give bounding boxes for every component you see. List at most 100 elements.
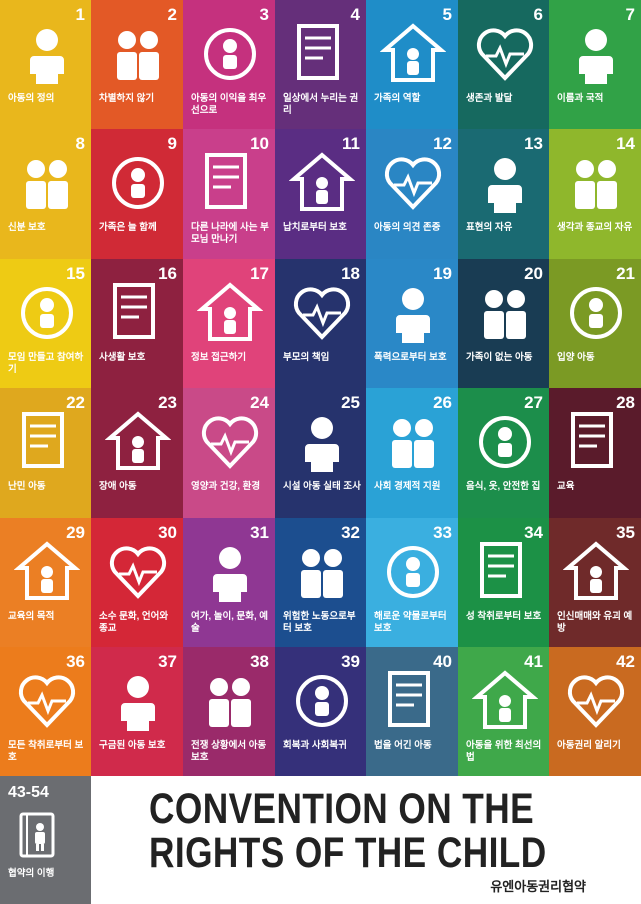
- article-tile-9[interactable]: 9 가족은 늘 함께: [91, 129, 183, 259]
- books-icon: [563, 408, 629, 474]
- article-tile-1[interactable]: 1 아동의 정의: [0, 0, 91, 129]
- article-tile-17[interactable]: 17 정보 접근하기: [183, 259, 275, 388]
- article-tile-25[interactable]: 25 시설 아동 실태 조사: [275, 388, 366, 518]
- tile-label: 표현의 자유: [466, 222, 513, 233]
- tile-label: 납치로부터 보호: [283, 222, 347, 233]
- article-tile-26[interactable]: 26 사회 경제적 지원: [366, 388, 458, 518]
- megaphone-icon: [472, 149, 538, 215]
- article-tile-3[interactable]: 3 아동의 이익을 최우선으로: [183, 0, 275, 129]
- article-tile-23[interactable]: 23 장애 아동: [91, 388, 183, 518]
- tile-label: 입양 아동: [557, 352, 595, 363]
- article-tile-33[interactable]: 33 해로운 약물로부터 보호: [366, 518, 458, 647]
- article-tile-31[interactable]: 31 여가, 놀이, 문화, 예술: [183, 518, 275, 647]
- title-banner: CONVENTION ON THE RIGHTS OF THE CHILD 유엔…: [91, 776, 641, 904]
- article-tile-27[interactable]: 27 음식, 옷, 안전한 집: [458, 388, 549, 518]
- thought-bubble-icon: [563, 149, 629, 215]
- implementation-tile[interactable]: 43-54 협약의 이행: [0, 776, 91, 904]
- article-tile-38[interactable]: 38 전쟁 상황에서 아동 보호: [183, 647, 275, 776]
- tile-label: 해로운 약물로부터 보호: [374, 611, 447, 634]
- protest-sign-icon: [14, 279, 80, 345]
- article-tile-18[interactable]: 18 부모의 책임: [275, 259, 366, 388]
- tile-label: 법을 어긴 아동: [374, 740, 432, 751]
- article-tile-40[interactable]: 40 법을 어긴 아동: [366, 647, 458, 776]
- two-children-icon: [105, 20, 171, 86]
- article-tile-24[interactable]: 24 영양과 건강, 환경: [183, 388, 275, 518]
- globe-family-icon: [197, 149, 263, 215]
- no-drugs-icon: [380, 538, 446, 604]
- tile-label: 위험한 노동으로부터 보호: [283, 611, 356, 634]
- shield-badge-icon: [14, 667, 80, 733]
- article-tile-35[interactable]: 35 인신매매와 유괴 예방: [549, 518, 641, 647]
- article-tile-20[interactable]: 20 가족이 없는 아동: [458, 259, 549, 388]
- article-tile-19[interactable]: 19 폭력으로부터 보호: [366, 259, 458, 388]
- article-tile-37[interactable]: 37 구금된 아동 보호: [91, 647, 183, 776]
- article-tile-21[interactable]: 21 입양 아동: [549, 259, 641, 388]
- crosshair-icon: [197, 667, 263, 733]
- basic-needs-icon: [472, 408, 538, 474]
- tile-label: 정보 접근하기: [191, 352, 247, 363]
- heartbeat-icon: [472, 20, 538, 86]
- article-tile-13[interactable]: 13 표현의 자유: [458, 129, 549, 259]
- banner-title-line1: CONVENTION ON THE: [149, 785, 535, 833]
- article-tile-32[interactable]: 32 위험한 노동으로부터 보호: [275, 518, 366, 647]
- tile-label: 차별하지 않기: [99, 93, 155, 104]
- article-tile-16[interactable]: 16 사생활 보호: [91, 259, 183, 388]
- article-tile-12[interactable]: 12 아동의 의견 존중: [366, 129, 458, 259]
- article-tile-5[interactable]: 5 가족의 역할: [366, 0, 458, 129]
- tile-label: 성 착취로부터 보호: [466, 611, 542, 622]
- price-tag-icon: [563, 538, 629, 604]
- stop-hand-icon: [472, 538, 538, 604]
- article-tile-4[interactable]: 4 일상에서 누리는 권리: [275, 0, 366, 129]
- article-tile-29[interactable]: 29 교육의 목적: [0, 518, 91, 647]
- child-on-podium-icon: [197, 20, 263, 86]
- book-child-icon: [17, 812, 61, 860]
- tile-label: 아동권리 알리기: [557, 740, 621, 751]
- article-tile-11[interactable]: 11 납치로부터 보호: [275, 129, 366, 259]
- tile-label: 구금된 아동 보호: [99, 740, 166, 751]
- tile-label: 교육: [557, 481, 575, 492]
- article-tile-10[interactable]: 10 다른 나라에 사는 부모님 만나기: [183, 129, 275, 259]
- abduction-protection-icon: [289, 149, 355, 215]
- tile-label: 영양과 건강, 환경: [191, 481, 261, 492]
- wheelchair-icon: [105, 408, 171, 474]
- tile-label: 사생활 보호: [99, 352, 146, 363]
- tile-label: 여가, 놀이, 문화, 예술: [191, 611, 269, 634]
- tile-label: 아동의 이익을 최우선으로: [191, 93, 267, 116]
- flag-icon: [563, 20, 629, 86]
- article-tile-2[interactable]: 2 차별하지 않기: [91, 0, 183, 129]
- banner-subtitle: 유엔아동권리협약: [490, 879, 586, 894]
- poster: 1 아동의 정의 2 차별하지 않기 3 아동의 이익을 최우선으로 4 일상에서 누리는 권…: [0, 0, 641, 904]
- prison-bars-icon: [105, 667, 171, 733]
- tile-label: 소수 문화, 언어와 종교: [99, 611, 169, 634]
- tile-label: 인신매매와 유괴 예방: [557, 611, 633, 634]
- tile-label: 장애 아동: [99, 481, 137, 492]
- article-tile-34[interactable]: 34 성 착취로부터 보호: [458, 518, 549, 647]
- tile-label: 교육의 목적: [8, 611, 55, 622]
- article-tile-22[interactable]: 22 난민 아동: [0, 388, 91, 518]
- article-tile-30[interactable]: 30 소수 문화, 언어와 종교: [91, 518, 183, 647]
- tile-label: 난민 아동: [8, 481, 46, 492]
- article-tile-28[interactable]: 28 교육: [549, 388, 641, 518]
- article-tile-14[interactable]: 14 생각과 종교의 자유: [549, 129, 641, 259]
- family-house-icon: [380, 20, 446, 86]
- article-tile-6[interactable]: 6 생존과 발달: [458, 0, 549, 129]
- adoption-heart-icon: [563, 279, 629, 345]
- tile-label: 다른 나라에 사는 부모님 만나기: [191, 222, 269, 245]
- article-tile-7[interactable]: 7 이름과 국적: [549, 0, 641, 129]
- scales-icon: [380, 667, 446, 733]
- family-heart-icon: [105, 149, 171, 215]
- minority-culture-icon: [105, 538, 171, 604]
- tile-number: 43-54: [8, 784, 49, 801]
- tile-label: 생존과 발달: [466, 93, 513, 104]
- article-tile-39[interactable]: 39 회복과 사회복귀: [275, 647, 366, 776]
- article-tile-8[interactable]: 8 신분 보호: [0, 129, 91, 259]
- banner-title-line2: RIGHTS OF THE CHILD: [149, 829, 547, 877]
- article-tile-41[interactable]: 41 아동을 위한 최선의 법: [458, 647, 549, 776]
- certificate-icon: [289, 20, 355, 86]
- article-tile-36[interactable]: 36 모든 착취로부터 보호: [0, 647, 91, 776]
- tile-label: 생각과 종교의 자유: [557, 222, 633, 233]
- winner-podium-icon: [472, 667, 538, 733]
- tile-label: 회복과 사회복귀: [283, 740, 347, 751]
- article-tile-42[interactable]: 42 아동권리 알리기: [549, 647, 641, 776]
- article-tile-15[interactable]: 15 모임 만들고 참여하기: [0, 259, 91, 388]
